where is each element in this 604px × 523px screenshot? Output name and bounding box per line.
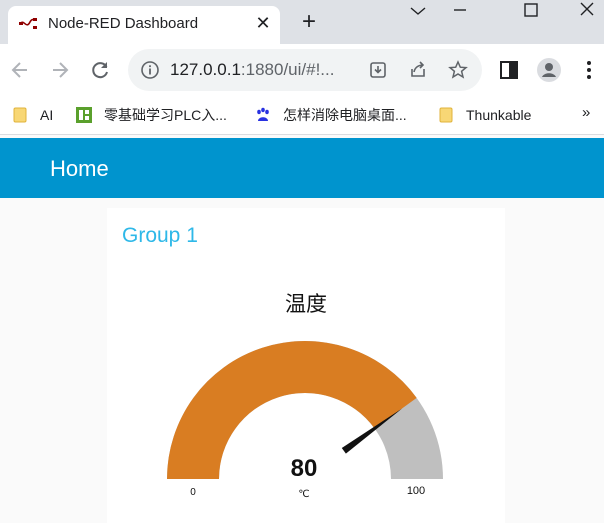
reload-icon[interactable] [87, 57, 113, 83]
browser-tab[interactable]: Node-RED Dashboard ✕ [8, 6, 280, 44]
tab-strip: Node-RED Dashboard ✕ + [0, 0, 604, 44]
bookmark-item[interactable]: 零基础学习PLC入... [76, 104, 227, 126]
share-icon[interactable] [408, 60, 428, 80]
gauge: 80 ℃ 0 100 [167, 341, 443, 500]
profile-avatar-icon[interactable] [536, 57, 562, 83]
tab-close-icon[interactable]: ✕ [252, 12, 274, 34]
install-app-icon[interactable] [368, 60, 388, 80]
bookmark-label: AI [40, 107, 54, 123]
bookmark-item[interactable]: 怎样消除电脑桌面... [255, 104, 407, 126]
folder-icon [439, 107, 453, 123]
gauge-unit: ℃ [298, 489, 309, 500]
bookmarks-bar: AI 零基础学习PLC入... 怎样消除电脑桌面... Thunkable » [0, 96, 604, 135]
bookmark-label: 怎样消除电脑桌面... [283, 107, 407, 123]
page-title: Home [50, 156, 109, 181]
node-red-icon [19, 18, 37, 29]
folder-icon [13, 107, 27, 123]
gauge-max-label: 100 [407, 485, 425, 497]
chevron-down-icon[interactable] [394, 0, 442, 30]
close-window-icon[interactable] [563, 0, 604, 30]
group-card: Group 1 温度 80 ℃ 0 100 [107, 208, 505, 523]
baidu-icon [257, 107, 269, 121]
gauge-min-label: 0 [190, 487, 196, 498]
tab-title: Node-RED Dashboard [48, 15, 199, 32]
forward-arrow-icon[interactable] [47, 57, 73, 83]
url-text[interactable]: 127.0.0.1:1880/ui/#!... [170, 60, 334, 80]
dashboard-header: Home [0, 138, 604, 198]
minimize-icon[interactable] [436, 0, 484, 30]
side-panel-icon[interactable] [496, 57, 522, 83]
site-favicon [76, 107, 92, 123]
bookmark-label: Thunkable [466, 107, 532, 123]
bookmark-item[interactable]: Thunkable [438, 104, 531, 126]
more-menu-icon[interactable] [576, 57, 602, 83]
back-arrow-icon[interactable] [7, 57, 33, 83]
bookmarks-overflow-icon[interactable]: » [582, 104, 590, 121]
new-tab-button[interactable]: + [296, 10, 322, 36]
maximize-icon[interactable] [507, 0, 555, 30]
bookmark-item[interactable]: AI [12, 104, 53, 126]
gauge-value: 80 [291, 455, 318, 482]
bookmark-label: 零基础学习PLC入... [104, 107, 227, 123]
address-bar[interactable]: 127.0.0.1:1880/ui/#!... [128, 49, 482, 91]
info-icon[interactable] [140, 60, 160, 80]
browser-toolbar: 127.0.0.1:1880/ui/#!... [0, 44, 604, 96]
bookmark-star-icon[interactable] [448, 60, 468, 80]
